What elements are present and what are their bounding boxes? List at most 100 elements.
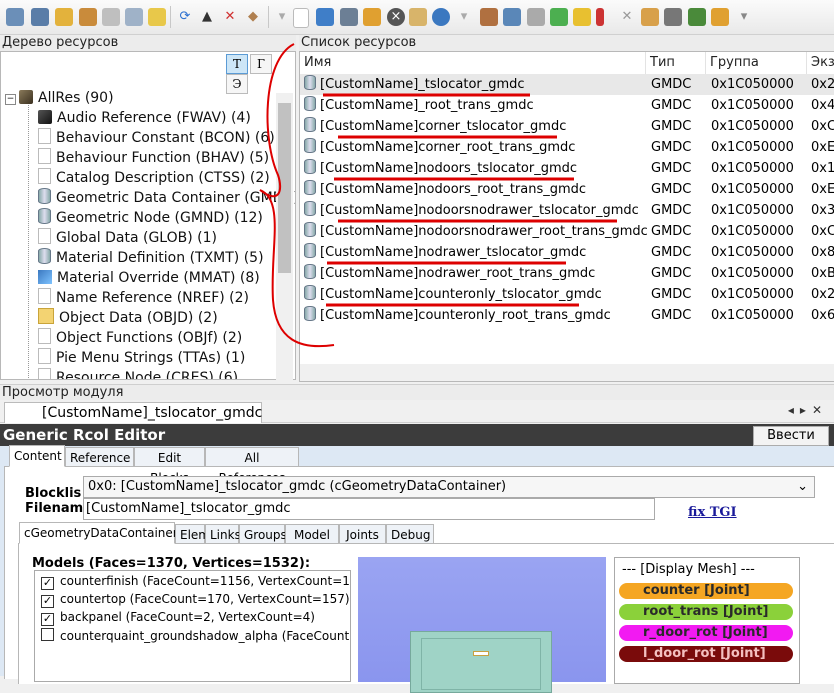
notes-icon[interactable]: [79, 8, 97, 26]
commit-button[interactable]: Ввести: [753, 426, 829, 446]
model-item[interactable]: ✓ backpanel (FaceCount=2, VertexCount=4): [41, 610, 315, 626]
table-row[interactable]: [CustomName]nodoorsnodrawer_tslocator_gm…: [300, 200, 834, 221]
close-icon[interactable]: ×: [387, 8, 405, 26]
table-row[interactable]: [CustomName]corner_root_trans_gmdc GMDC 0x…: [300, 137, 834, 158]
resource-list[interactable]: Имя Тип Группа Экзе [CustomName]_tslocat…: [299, 51, 834, 382]
tab-all-references[interactable]: All References: [205, 447, 299, 485]
subtab[interactable]: Joints: [339, 524, 386, 544]
tree-item[interactable]: Pie Menu Strings (TTAs) (1): [38, 348, 245, 368]
tree-item[interactable]: Name Reference (NREF) (2): [38, 288, 249, 308]
puzzle-icon[interactable]: [550, 8, 568, 26]
table-row[interactable]: [CustomName]counteronly_root_trans_gmdc G…: [300, 305, 834, 326]
joint-item[interactable]: l_door_rot [Joint]: [619, 646, 793, 662]
hat-icon[interactable]: ▲: [198, 8, 216, 26]
scan-icon[interactable]: [503, 8, 521, 26]
marker-icon[interactable]: [596, 8, 604, 26]
filter-type-button[interactable]: T: [226, 54, 248, 74]
chevron-down-icon-3[interactable]: ▾: [735, 8, 753, 26]
tree-item[interactable]: Material Override (MMAT) (8): [38, 268, 260, 288]
tree-scrollbar[interactable]: [276, 93, 293, 393]
search-icon[interactable]: [432, 8, 450, 26]
tree-scroll-thumb[interactable]: [278, 103, 291, 273]
column-group-header[interactable]: Группа: [706, 52, 807, 74]
chevron-down-icon-2[interactable]: ▾: [455, 8, 473, 26]
table-row[interactable]: [CustomName]nodoors_root_trans_gmdc GMDC 0…: [300, 179, 834, 200]
blocklist-select[interactable]: 0x0: [CustomName]_tslocator_gmdc (cGeome…: [83, 476, 815, 498]
sticky-icon[interactable]: [148, 8, 166, 26]
model-item[interactable]: counterquaint_groundshadow_alpha (FaceCo…: [41, 628, 350, 643]
chevron-down-icon[interactable]: ▾: [273, 8, 291, 26]
subtab[interactable]: Debug: [386, 524, 434, 544]
list-hscrollbar[interactable]: [300, 364, 834, 381]
refresh-icon[interactable]: ⟳: [176, 8, 194, 26]
tab-reference[interactable]: Reference: [65, 447, 134, 467]
tree-item[interactable]: Resource Node (CRES) (6): [38, 368, 238, 379]
cut-icon[interactable]: ✕: [618, 8, 636, 26]
subtab[interactable]: Model: [285, 524, 339, 544]
table-row[interactable]: [CustomName]nodoors_tslocator_gmdc GMDC 0x…: [300, 158, 834, 179]
column-name-header[interactable]: Имя: [300, 52, 646, 74]
table-row[interactable]: [CustomName]counteronly_tslocator_gmdc GM…: [300, 284, 834, 305]
tree-item[interactable]: Object Data (OBJD) (2): [38, 308, 218, 328]
save-icon[interactable]: [31, 8, 49, 26]
table-row[interactable]: [CustomName]_root_trans_gmdc GMDC 0x1C0500…: [300, 95, 834, 116]
models-list[interactable]: ✓ counterfinish (FaceCount=1156, VertexCo…: [34, 570, 351, 682]
tab-content[interactable]: Content: [9, 445, 65, 467]
table-row[interactable]: [CustomName]_tslocator_gmdc GMDC 0x1C05000…: [300, 74, 834, 95]
doc-tab[interactable]: [CustomName]_tslocator_gmdc: [4, 402, 262, 423]
users-icon[interactable]: [409, 8, 427, 26]
subtab[interactable]: Links: [205, 524, 241, 544]
tree-item[interactable]: Geometric Data Container (GMDC): [38, 188, 295, 208]
model-checkbox[interactable]: ✓: [41, 595, 54, 608]
new-icon[interactable]: [293, 8, 309, 28]
open-icon[interactable]: [316, 8, 334, 26]
prev-tab-icon[interactable]: ◂: [788, 403, 800, 417]
key-icon[interactable]: [527, 8, 545, 26]
table-row[interactable]: [CustomName]nodrawer_root_trans_gmdc GMDC…: [300, 263, 834, 284]
group-icon[interactable]: [688, 8, 706, 26]
next-tab-icon[interactable]: ▸: [800, 403, 812, 417]
package-icon[interactable]: [480, 8, 498, 26]
tools-icon[interactable]: ✕: [221, 8, 239, 26]
edit-icon[interactable]: [363, 8, 381, 26]
model-checkbox[interactable]: ✓: [41, 613, 54, 626]
tree-item[interactable]: Audio Reference (FWAV) (4): [38, 108, 251, 128]
tab-edit-blocks[interactable]: Edit Blocks: [134, 447, 205, 485]
joint-item[interactable]: r_door_rot [Joint]: [619, 625, 793, 641]
model-checkbox[interactable]: [41, 628, 54, 641]
eraser-icon[interactable]: ◆: [244, 8, 262, 26]
resource-tree[interactable]: T ГЭ − AllRes (90) Audio Reference (FWAV) …: [0, 51, 296, 380]
tree-item[interactable]: Geometric Node (GMND) (12): [38, 208, 263, 228]
column-type-header[interactable]: Тип: [646, 52, 706, 74]
camera-icon[interactable]: [664, 8, 682, 26]
joint-item[interactable]: root_trans [Joint]: [619, 604, 793, 620]
model-preview-viewport[interactable]: [358, 557, 606, 693]
save-as-icon[interactable]: [55, 8, 73, 26]
tree-item[interactable]: Behaviour Function (BHAV) (5): [38, 148, 269, 168]
box-icon[interactable]: [573, 8, 591, 26]
comment-icon[interactable]: [102, 8, 120, 26]
floppy-icon[interactable]: [340, 8, 358, 26]
filter-instance-button[interactable]: Э: [226, 74, 248, 94]
tree-item[interactable]: Material Definition (TXMT) (5): [38, 248, 264, 268]
wand-icon[interactable]: [641, 8, 659, 26]
tree-item[interactable]: Catalog Description (CTSS) (2): [38, 168, 270, 188]
open-package-icon[interactable]: [6, 8, 24, 26]
model-item[interactable]: ✓ countertop (FaceCount=170, VertexCount=…: [41, 592, 350, 608]
model-item[interactable]: ✓ counterfinish (FaceCount=1156, VertexCo…: [41, 574, 350, 590]
joint-item[interactable]: counter [Joint]: [619, 583, 793, 599]
table-row[interactable]: [CustomName]nodrawer_tslocator_gmdc GMDC 0…: [300, 242, 834, 263]
tree-item[interactable]: Object Functions (OBJf) (2): [38, 328, 242, 348]
subtab[interactable]: Groups: [239, 524, 287, 544]
close-tab-icon[interactable]: ✕: [812, 403, 828, 417]
table-row[interactable]: [CustomName]corner_tslocator_gmdc GMDC 0x1…: [300, 116, 834, 137]
model-checkbox[interactable]: ✓: [41, 577, 54, 590]
filename-input[interactable]: [CustomName]_tslocator_gmdc: [83, 498, 655, 520]
tree-root[interactable]: − AllRes (90): [5, 88, 114, 108]
tree-item[interactable]: Behaviour Constant (BCON) (6): [38, 128, 275, 148]
collapse-icon[interactable]: −: [5, 94, 16, 105]
subtab[interactable]: Elements: [175, 524, 236, 544]
subtab[interactable]: cGeometryDataContainer: [19, 522, 178, 544]
tree-item[interactable]: Global Data (GLOB) (1): [38, 228, 217, 248]
person-icon[interactable]: [711, 8, 729, 26]
